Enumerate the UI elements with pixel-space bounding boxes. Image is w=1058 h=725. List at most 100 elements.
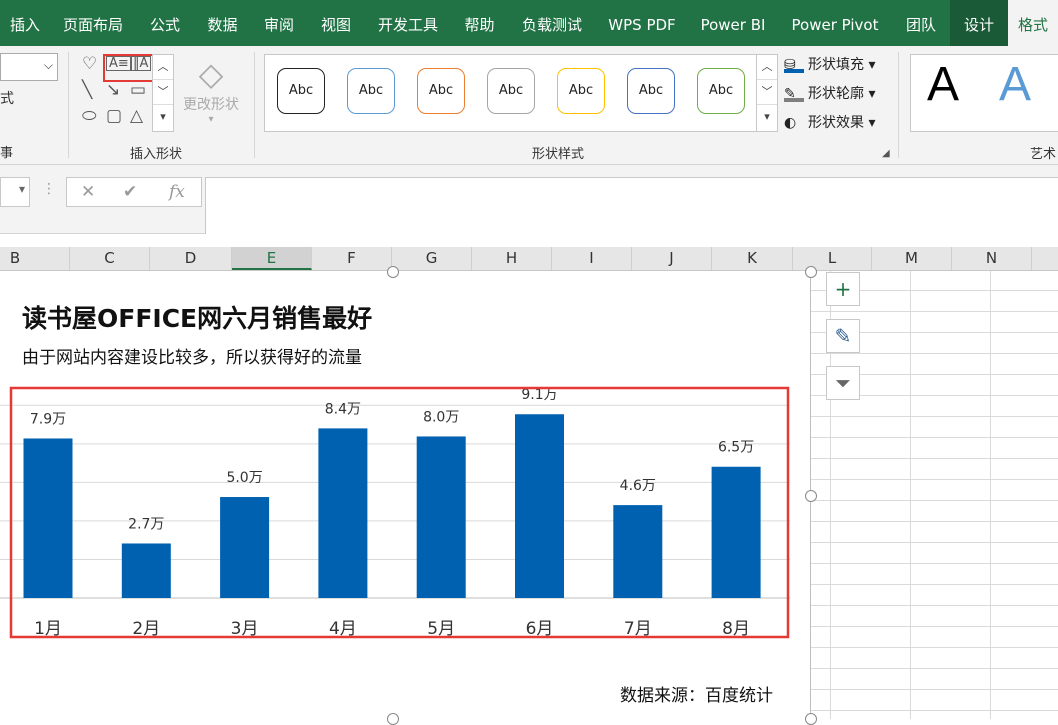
bar-7[interactable] (613, 505, 663, 598)
bar-chart[interactable]: 7.9万1月2.7万2月5.0万3月8.4万4月8.0万5月9.1万6月4.6万… (0, 271, 810, 719)
column-header-k[interactable]: K (712, 247, 793, 270)
resize-handle-top-right[interactable] (805, 266, 817, 278)
tab-5[interactable]: 视图 (307, 0, 365, 46)
chart-elements-button[interactable]: + (826, 272, 860, 306)
gridline (810, 521, 1058, 522)
cancel-icon[interactable]: ✕ (81, 182, 95, 202)
shape-effects-button[interactable]: ◐ 形状效果 ▾ (784, 112, 875, 134)
tab-0[interactable]: 插入 (0, 0, 50, 46)
name-box[interactable]: ▾ (0, 177, 30, 207)
triangle-shape-icon[interactable]: △ (130, 108, 143, 125)
tab-14[interactable]: 格式 (1008, 0, 1058, 46)
change-shape-label: 更改形状 (183, 97, 239, 113)
tab-2[interactable]: 公式 (136, 0, 194, 46)
chevron-down-icon[interactable]: ﹀ (757, 80, 777, 105)
bar-4[interactable] (318, 428, 368, 598)
resize-handle-bottom-right[interactable] (805, 713, 817, 725)
bar-8[interactable] (711, 466, 761, 598)
column-header-g[interactable]: G (392, 247, 472, 270)
formula-input[interactable] (205, 177, 1058, 234)
shape-selector-combo[interactable]: ⌵ (0, 53, 58, 81)
column-header-n[interactable]: N (952, 247, 1032, 270)
chart-filters-button[interactable]: ⏷ (826, 366, 860, 400)
chevron-up-icon[interactable]: ︿ (757, 55, 777, 80)
gridline (810, 416, 1058, 417)
chart-area[interactable]: 读书屋OFFICE网六月销售最好 由于网站内容建设比较多，所以获得好的流量 7.… (0, 271, 811, 719)
shape-outline-button[interactable]: ✎ 形状轮廓 ▾ (784, 83, 875, 105)
column-header-l[interactable]: L (793, 247, 872, 270)
chart-source-note[interactable]: 数据来源：百度统计 (620, 681, 773, 706)
shape-style-3[interactable]: Abc (417, 68, 465, 114)
formula-bar: ▾ ⋮ ✕ ✔ fx (0, 165, 1058, 234)
column-header-m[interactable]: M (872, 247, 952, 270)
chevron-up-icon[interactable]: ︿ (153, 55, 173, 80)
styles-gallery-scroll[interactable]: ︿ ﹀ ▾ (756, 54, 778, 132)
highlight-text-box-buttons (103, 54, 155, 82)
bar-2[interactable] (121, 543, 171, 598)
bar-1[interactable] (23, 438, 73, 598)
tab-11[interactable]: Power Pivot (778, 0, 892, 46)
shapes-gallery-scroll[interactable]: ︿ ﹀ ▾ (152, 54, 174, 132)
tab-10[interactable]: Power BI (688, 0, 778, 46)
wordart-gallery: A A (910, 54, 1058, 132)
shape-fill-button[interactable]: ⛁ 形状填充 ▾ (784, 54, 875, 76)
enter-icon[interactable]: ✔ (123, 182, 137, 202)
shape-style-1[interactable]: Abc (277, 68, 325, 114)
resize-handle-bottom[interactable] (387, 713, 399, 725)
data-label-2: 2.7万 (128, 516, 164, 532)
rounded-rect-shape-icon[interactable]: ▢ (106, 108, 122, 125)
shape-style-2[interactable]: Abc (347, 68, 395, 114)
resize-handle-right[interactable] (805, 490, 817, 502)
bar-5[interactable] (416, 436, 466, 598)
column-header-i[interactable]: I (552, 247, 632, 270)
chart-styles-button[interactable]: ✎ (826, 319, 860, 353)
shape-outline-label: 形状轮廓 (808, 86, 864, 102)
tab-7[interactable]: 帮助 (451, 0, 508, 46)
drag-handle-icon[interactable]: ⋮ (42, 181, 56, 197)
column-header-e[interactable]: E (232, 247, 312, 270)
column-header-h[interactable]: H (472, 247, 552, 270)
insert-function-icon[interactable]: fx (169, 182, 185, 202)
gridline (810, 500, 1058, 501)
shape-style-4[interactable]: Abc (487, 68, 535, 114)
tab-1[interactable]: 页面布局 (50, 0, 136, 46)
shape-fill-label: 形状填充 (808, 57, 864, 73)
arrow-shape-icon[interactable]: ↘ (106, 82, 120, 99)
tab-3[interactable]: 数据 (194, 0, 251, 46)
shape-style-6[interactable]: Abc (627, 68, 675, 114)
gallery-more-icon[interactable]: ▾ (757, 105, 777, 129)
gridline (810, 710, 1058, 711)
resize-handle-top[interactable] (387, 266, 399, 278)
brush-icon: ✎ (834, 324, 852, 348)
rectangle-shape-icon[interactable]: ▭ (130, 82, 146, 99)
bar-3[interactable] (220, 497, 270, 598)
line-shape-icon[interactable]: ╲ (82, 82, 92, 99)
tab-8[interactable]: 负载测试 (508, 0, 596, 46)
change-shape-button[interactable]: ◇ 更改形状 ▾ (176, 54, 246, 134)
tab-6[interactable]: 开发工具 (365, 0, 451, 46)
chevron-down-icon[interactable]: ﹀ (153, 80, 173, 105)
bar-6[interactable] (515, 414, 564, 598)
wordart-style-blue[interactable]: A (999, 61, 1031, 109)
tab-12[interactable]: 团队 (892, 0, 950, 46)
dialog-launcher-icon[interactable]: ◢ (882, 148, 890, 159)
shape-styles-gallery: Abc Abc Abc Abc Abc Abc Abc (264, 54, 778, 132)
chevron-down-icon: ⌵ (43, 58, 53, 72)
shape-style-7[interactable]: Abc (697, 68, 745, 114)
oval-shape-icon[interactable]: ⬭ (82, 108, 97, 125)
data-label-1: 7.9万 (30, 411, 66, 427)
tab-9[interactable]: WPS PDF (596, 0, 688, 46)
wordart-style-black[interactable]: A (927, 61, 959, 109)
shape-style-5[interactable]: Abc (557, 68, 605, 114)
gallery-more-icon[interactable]: ▾ (153, 105, 173, 129)
column-header-d[interactable]: D (150, 247, 232, 270)
column-header-j[interactable]: J (632, 247, 712, 270)
column-header-b[interactable]: B (0, 247, 70, 270)
tab-4[interactable]: 审阅 (251, 0, 307, 46)
column-header-f[interactable]: F (312, 247, 392, 270)
chevron-down-icon: ▾ (18, 182, 25, 196)
gridline (810, 584, 1058, 585)
heart-shape-icon[interactable]: ♡ (82, 56, 97, 73)
column-header-c[interactable]: C (70, 247, 150, 270)
tab-13[interactable]: 设计 (950, 0, 1008, 46)
